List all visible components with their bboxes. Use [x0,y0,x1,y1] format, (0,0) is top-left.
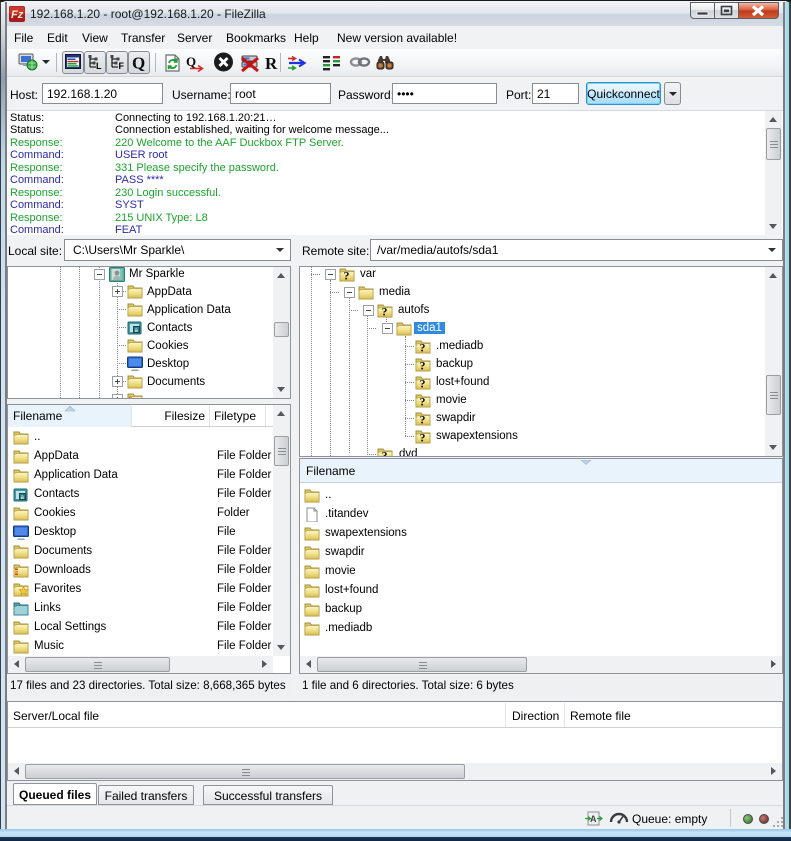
svg-text:A: A [590,814,597,824]
svg-text:Fz: Fz [11,9,24,21]
svg-text:Q: Q [132,54,145,71]
svg-text:Q: Q [186,54,196,69]
svg-text:F: F [119,61,125,71]
svg-text:L: L [96,61,102,71]
svg-text:R: R [265,54,278,72]
